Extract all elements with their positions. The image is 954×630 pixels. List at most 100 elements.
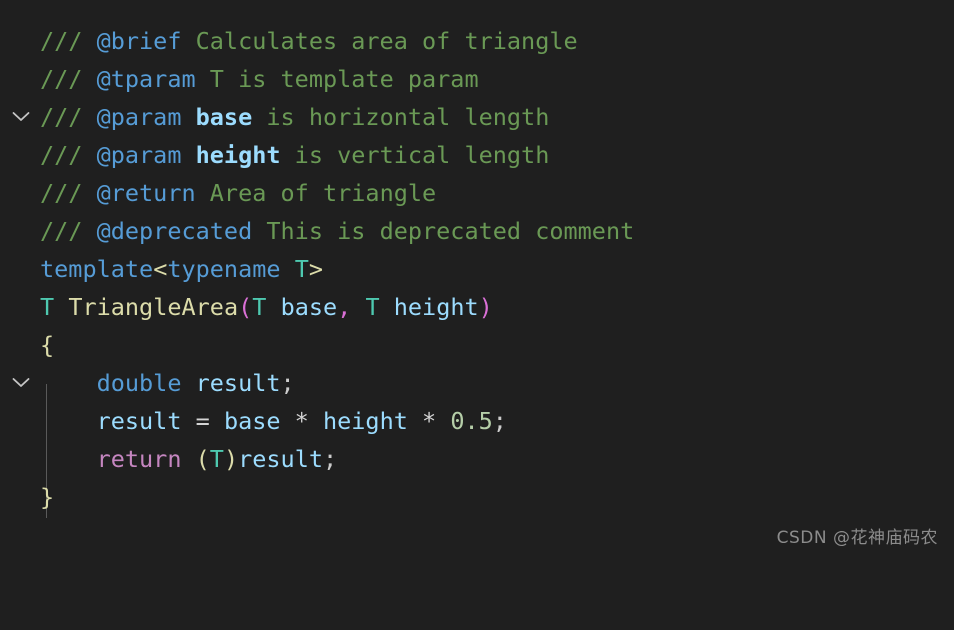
comment-text: Area of triangle [195,179,437,207]
code-line-text: /// @brief Calculates area of triangle [40,22,578,60]
semicolon: ; [323,445,338,473]
fold-gutter-row [0,364,40,402]
type-parameter-t: T [294,255,309,283]
code-line[interactable]: /// @param height is vertical length [0,136,954,174]
comment-slashes: /// [40,179,97,207]
return-type: T [40,293,55,321]
fold-gutter-row [0,440,40,478]
code-line-text: /// @return Area of triangle [40,174,436,212]
fold-gutter-row [0,60,40,98]
comment-slashes: /// [40,141,97,169]
keyword-template: template [40,255,154,283]
keyword-double: double [96,369,182,397]
comment-slashes: /// [40,27,97,55]
code-line[interactable]: /// @tparam T is template param [0,60,954,98]
angle-bracket-open: < [153,255,168,283]
code-line-text: result = base * height * 0.5; [40,402,507,440]
param-type-2: T [365,293,380,321]
doc-tag-return: @return [96,179,196,207]
variable-base: base [223,407,281,435]
operator-multiply: * [280,407,323,435]
code-line[interactable]: { [0,326,954,364]
fold-gutter-row [0,212,40,250]
variable-result: result [195,369,281,397]
comma: , [337,293,366,321]
function-name: TriangleArea [68,293,239,321]
fold-gutter-row [0,326,40,364]
code-line[interactable]: return (T)result; [0,440,954,478]
operator-multiply: * [407,407,451,435]
chevron-down-icon[interactable] [12,301,30,387]
doc-tag-brief: @brief [96,27,182,55]
variable-height: height [322,407,408,435]
comment-slashes: /// [40,65,97,93]
code-line-text: /// @deprecated This is deprecated comme… [40,212,634,250]
fold-gutter-row [0,402,40,440]
code-line[interactable]: } [0,478,954,516]
number-literal: 0.5 [450,407,493,435]
doc-param-name-height: height [195,141,281,169]
code-line-text: /// @param base is horizontal length [40,98,549,136]
comment-slashes: /// [40,217,97,245]
cast-type: T [209,445,224,473]
code-line[interactable]: double result; [0,364,954,402]
code-line[interactable]: result = base * height * 0.5; [0,402,954,440]
fold-gutter-row [0,136,40,174]
fold-gutter-row [0,478,40,516]
code-line-text: } [40,478,54,516]
code-line[interactable]: /// @return Area of triangle [0,174,954,212]
param-name-base: base [280,293,338,321]
semicolon: ; [492,407,507,435]
semicolon: ; [280,369,295,397]
operator-assign: = [181,407,224,435]
paren-open: ( [238,293,253,321]
comment-slashes: /// [40,103,97,131]
comment-text: This is deprecated comment [252,217,635,245]
angle-bracket-close: > [308,255,323,283]
fold-gutter-row [0,98,40,136]
fold-gutter-row[interactable] [0,22,40,121]
doc-tag-param: @param [96,103,182,131]
cast-paren-close: ) [223,445,239,473]
fold-gutter-row [0,250,40,288]
doc-param-name-base: base [195,103,253,131]
paren-close: ) [478,293,493,321]
code-line[interactable]: T TriangleArea(T base, T height) [0,288,954,387]
code-line-text: { [40,326,54,364]
param-name-height: height [393,293,479,321]
code-line-text: /// @tparam T is template param [40,60,479,98]
brace-close: } [40,483,55,511]
chevron-down-icon[interactable] [12,35,30,121]
variable-result: result [96,407,182,435]
comment-text: Calculates area of triangle [181,27,578,55]
comment-text: is vertical length [280,141,550,169]
fold-gutter-row[interactable] [0,288,40,387]
brace-open: { [40,331,55,359]
doc-tag-param: @param [96,141,182,169]
code-line-text: template<typename T> [40,250,323,288]
code-line-text: /// @param height is vertical length [40,136,549,174]
code-line[interactable]: /// @brief Calculates area of triangle [0,22,954,121]
keyword-typename: typename [167,255,281,283]
watermark: CSDN @花神庙码农 [776,528,938,548]
code-line-text: double result; [40,364,295,402]
code-line[interactable]: template<typename T> [0,250,954,288]
code-editor: /// @brief Calculates area of triangle /… [0,0,954,556]
fold-gutter-row [0,174,40,212]
code-line-text: T TriangleArea(T base, T height) [40,288,493,326]
code-content: /// @brief Calculates area of triangle /… [0,22,954,516]
comment-space [181,103,195,131]
code-line[interactable]: /// @deprecated This is deprecated comme… [0,212,954,250]
code-line[interactable]: /// @param base is horizontal length [0,98,954,136]
doc-tag-tparam: @tparam [96,65,196,93]
code-line-text: return (T)result; [40,440,338,478]
